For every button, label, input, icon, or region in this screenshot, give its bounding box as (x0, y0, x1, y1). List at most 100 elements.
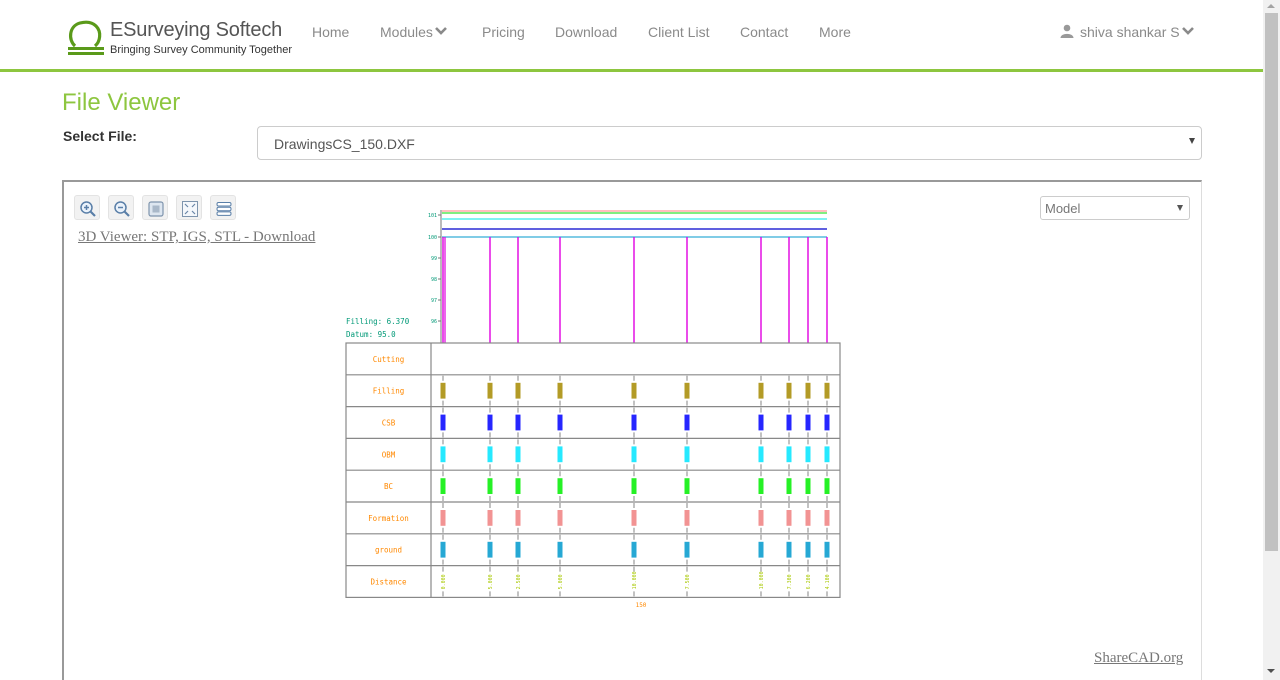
nav-home[interactable]: Home (312, 24, 349, 40)
3d-viewer-download-link[interactable]: 3D Viewer: STP, IGS, STL - Download (78, 229, 315, 246)
station-value-obm (557, 446, 563, 463)
station-value-obm (786, 446, 792, 463)
row-label-distance: Distance (370, 578, 407, 587)
nav-pricing[interactable]: Pricing (482, 24, 525, 40)
dropdown-caret-icon (1189, 138, 1195, 144)
user-menu[interactable]: shiva shankar S (1060, 24, 1194, 40)
layers-button[interactable] (210, 195, 236, 220)
distance-value-label: 5.000 (558, 574, 564, 589)
station-value-bc (631, 478, 637, 494)
station-value-csb (515, 414, 521, 431)
station-value-formation (684, 510, 690, 526)
layout-select[interactable]: Model (1040, 196, 1190, 220)
station-value-bc (758, 478, 764, 494)
station-value-filling (631, 382, 637, 399)
station-value-formation (824, 510, 830, 526)
station-value-obm (487, 446, 493, 463)
brand-title[interactable]: ESurveying Softech (110, 19, 282, 42)
file-select-value: DrawingsCS_150.DXF (274, 136, 415, 152)
distance-value-label: 7.500 (685, 574, 691, 589)
station-value-filling (805, 382, 811, 399)
chevron-down-icon (1181, 27, 1194, 35)
dropdown-caret-icon (1177, 205, 1183, 211)
station-value-filling (786, 382, 792, 399)
nav-contact[interactable]: Contact (740, 24, 788, 40)
station-value-formation (440, 510, 446, 526)
zoom-extents-icon (148, 201, 164, 217)
file-select[interactable]: DrawingsCS_150.DXF (257, 126, 1202, 160)
row-label-ground: ground (375, 546, 402, 555)
nav-modules-label: Modules (380, 24, 433, 40)
fullscreen-icon (182, 201, 198, 217)
station-value-obm (824, 446, 830, 463)
distance-value-label: 6.200 (806, 574, 812, 589)
distance-value-label: 7.300 (787, 574, 793, 589)
station-value-filling (824, 382, 830, 399)
user-icon (1060, 24, 1074, 38)
y-tick-label: 98 (431, 277, 437, 283)
station-value-csb (824, 414, 830, 431)
row-label-obm: OBM (382, 450, 396, 459)
station-value-csb (557, 414, 563, 431)
station-value-formation (515, 510, 521, 526)
station-value-bc (824, 478, 830, 494)
cad-drawing[interactable]: 101 100 99 98 97 96 Filling: 6.370 Datum: 95.0 C… (64, 182, 1202, 680)
zoom-extents-button[interactable] (142, 195, 168, 220)
station-value-formation (557, 510, 563, 526)
scroll-up-arrow-icon[interactable] (1267, 4, 1275, 8)
zoom-in-icon (80, 201, 96, 217)
station-value-ground (631, 541, 637, 558)
y-tick-label: 99 (431, 256, 437, 262)
station-value-filling (758, 382, 764, 399)
station-value-csb (440, 414, 446, 431)
station-value-formation (786, 510, 792, 526)
distance-value-label: 10.000 (632, 571, 638, 589)
station-value-ground (515, 541, 521, 558)
station-value-ground (824, 541, 830, 558)
station-value-formation (631, 510, 637, 526)
cad-viewer[interactable]: 101 100 99 98 97 96 Filling: 6.370 Datum: 95.0 C… (62, 180, 1202, 680)
page-title: File Viewer (62, 89, 181, 116)
layers-icon (216, 202, 232, 216)
station-value-csb (758, 414, 764, 431)
sharecad-link[interactable]: ShareCAD.org (1094, 650, 1183, 667)
station-value-filling (557, 382, 563, 399)
layout-select-value: Model (1045, 201, 1081, 216)
scroll-thumb[interactable] (1265, 13, 1278, 551)
station-value-obm (805, 446, 811, 463)
filling-text: Filling: 6.370 (346, 317, 410, 326)
station-value-bc (805, 478, 811, 494)
brand-title-rest: Surveying Softech (123, 19, 283, 41)
station-value-filling (515, 382, 521, 399)
station-value-bc (487, 478, 493, 494)
y-tick-label: 97 (431, 298, 437, 304)
chevron-down-icon (435, 27, 447, 35)
station-value-obm (440, 446, 446, 463)
row-label-filling: Filling (373, 387, 405, 396)
page-scrollbar[interactable] (1263, 0, 1280, 680)
scroll-down-arrow-icon[interactable] (1267, 669, 1275, 673)
brand-title-e: E (110, 19, 124, 41)
logo-icon[interactable] (66, 18, 106, 56)
navbar: ESurveying Softech Bringing Survey Commu… (0, 0, 1263, 72)
station-value-obm (631, 446, 637, 463)
zoom-out-button[interactable] (108, 195, 134, 220)
station-value-bc (684, 478, 690, 494)
station-value-ground (786, 541, 792, 558)
select-file-label: Select File: (63, 128, 137, 144)
station-value-csb (631, 414, 637, 431)
station-value-formation (487, 510, 493, 526)
fullscreen-button[interactable] (176, 195, 202, 220)
brand-subtitle: Bringing Survey Community Together (110, 44, 292, 56)
zoom-in-button[interactable] (74, 195, 100, 220)
nav-download[interactable]: Download (555, 24, 617, 40)
station-value-ground (487, 541, 493, 558)
nav-more[interactable]: More (819, 24, 851, 40)
nav-client-list[interactable]: Client List (648, 24, 709, 40)
station-value-filling (440, 382, 446, 399)
station-value-ground (684, 541, 690, 558)
station-value-bc (786, 478, 792, 494)
row-label-formation: Formation (368, 514, 409, 523)
station-value-formation (758, 510, 764, 526)
nav-modules[interactable]: Modules (380, 24, 447, 40)
